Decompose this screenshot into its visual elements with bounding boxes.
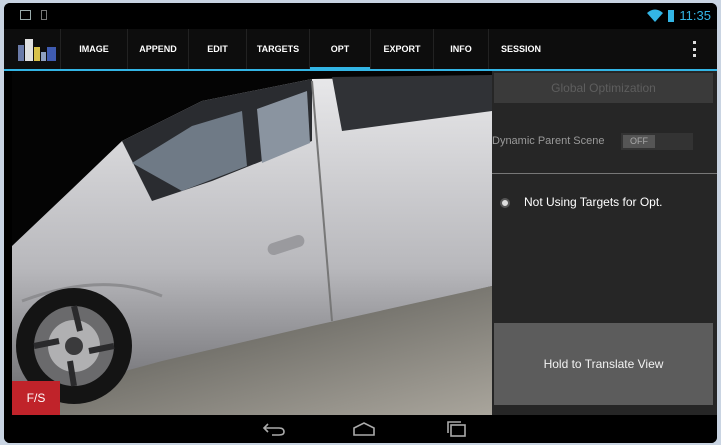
dynamic-parent-scene-toggle[interactable]: OFF <box>621 133 693 150</box>
clock: 11:35 <box>679 8 711 23</box>
overflow-menu-icon[interactable] <box>693 41 697 57</box>
tab-export[interactable]: EXPORT <box>370 29 433 69</box>
toggle-state: OFF <box>623 135 655 148</box>
home-icon[interactable] <box>352 421 376 437</box>
back-icon[interactable] <box>262 421 286 437</box>
recent-apps-icon[interactable] <box>444 421 468 437</box>
navigation-bar <box>4 415 717 443</box>
app-logo-icon[interactable] <box>18 39 58 61</box>
divider <box>492 173 717 174</box>
tab-image[interactable]: IMAGE <box>60 29 127 69</box>
tablet-screen: 11:35 IMAGE APPEND EDIT TARGETS OPT EXPO… <box>4 3 717 443</box>
battery-icon <box>668 9 675 22</box>
fullscreen-button[interactable]: F/S <box>12 381 60 415</box>
tab-targets[interactable]: TARGETS <box>246 29 309 69</box>
tab-session[interactable]: SESSION <box>488 29 553 69</box>
optimization-panel: Global Optimization Dynamic Parent Scene… <box>492 71 717 415</box>
tab-edit[interactable]: EDIT <box>188 29 246 69</box>
tab-opt[interactable]: OPT <box>309 29 370 71</box>
notification-icon <box>41 10 47 20</box>
gallery-notification-icon <box>20 10 31 20</box>
status-bar: 11:35 <box>4 3 717 29</box>
tab-append[interactable]: APPEND <box>127 29 188 69</box>
wifi-icon <box>647 9 664 22</box>
dynamic-parent-scene-label: Dynamic Parent Scene <box>492 135 605 147</box>
tab-info[interactable]: INFO <box>433 29 488 69</box>
car-point-cloud-image <box>12 71 492 415</box>
action-bar: IMAGE APPEND EDIT TARGETS OPT EXPORT INF… <box>4 29 717 71</box>
global-optimization-button[interactable]: Global Optimization <box>494 73 713 103</box>
targets-radio-button[interactable] <box>500 198 510 208</box>
tab-bar: IMAGE APPEND EDIT TARGETS OPT EXPORT INF… <box>60 29 553 71</box>
point-cloud-viewport[interactable] <box>12 71 492 415</box>
targets-status-label: Not Using Targets for Opt. <box>524 195 663 209</box>
hold-to-translate-button[interactable]: Hold to Translate View <box>494 323 713 405</box>
